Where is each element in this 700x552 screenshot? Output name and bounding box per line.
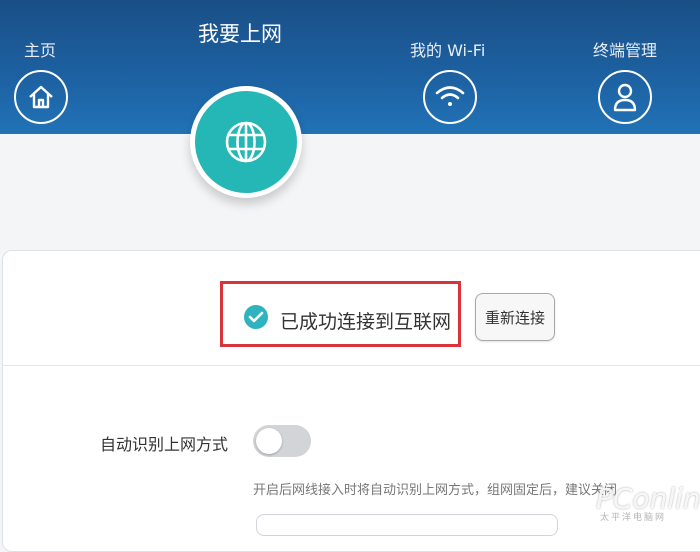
nav-wifi-label: 我的 Wi-Fi	[410, 41, 486, 60]
toggle-knob	[256, 428, 282, 454]
nav-home-label: 主页	[24, 41, 57, 60]
auto-detect-hint: 开启后网线接入时将自动识别上网方式，组网固定后，建议关闭	[253, 483, 618, 498]
reconnect-button[interactable]: 重新连接	[475, 293, 555, 341]
auto-detect-label: 自动识别上网方式	[100, 435, 229, 454]
top-navigation-bar: 主页 我要上网 我的 Wi-Fi 终端管理	[0, 0, 700, 134]
nav-internet-label: 我要上网	[198, 22, 282, 46]
nav-terminal-label: 终端管理	[593, 41, 658, 60]
home-icon[interactable]	[14, 70, 68, 124]
section-divider	[2, 365, 700, 366]
internet-active-indicator[interactable]	[190, 86, 302, 198]
next-field-input[interactable]	[256, 514, 558, 536]
watermark-sub: 太平洋电脑网	[600, 513, 667, 523]
globe-icon	[195, 91, 297, 193]
wifi-icon[interactable]	[423, 70, 477, 124]
check-circle-icon	[244, 305, 268, 329]
connection-status-text: 已成功连接到互联网	[280, 311, 452, 333]
auto-detect-toggle[interactable]	[253, 425, 311, 457]
user-icon[interactable]	[598, 70, 652, 124]
